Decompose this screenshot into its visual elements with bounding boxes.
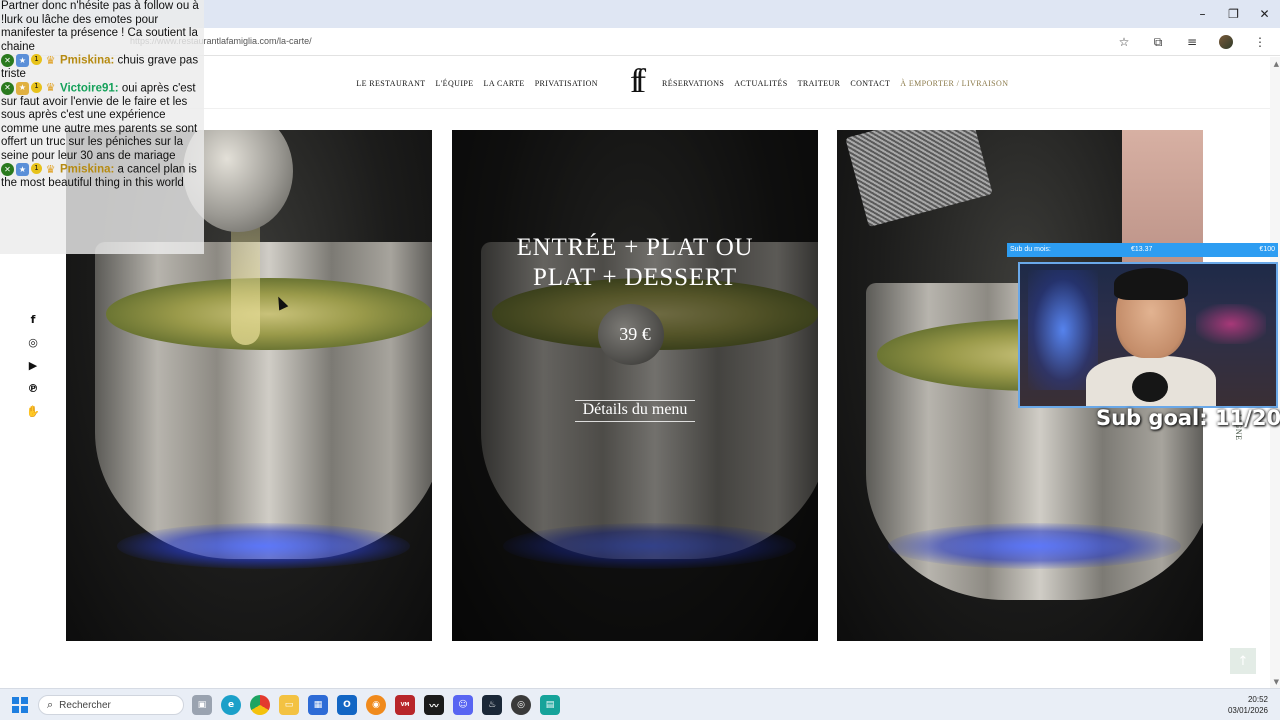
chrome-icon[interactable]	[250, 695, 270, 715]
audio-icon[interactable]: 〰	[424, 695, 444, 715]
bookmark-star-icon[interactable]: ☆	[1114, 32, 1134, 52]
taskbar-search[interactable]: ⌕ Rechercher	[38, 695, 184, 715]
chat-username[interactable]: Pmiskina:	[60, 164, 114, 176]
media-icon[interactable]: ≡	[1182, 32, 1202, 52]
chat-badges: ✕ ★ 1 ♛	[1, 81, 57, 95]
nav-privatisation[interactable]: PRIVATISATION	[535, 79, 598, 88]
hand-icon[interactable]: ✋	[26, 404, 40, 419]
chat-username[interactable]: Pmiskina:	[60, 55, 114, 67]
edge-icon[interactable]: e	[221, 695, 241, 715]
chat-message: ✕ ★ 1 ♛ Pmiskina: chuis grave pas triste	[0, 54, 204, 82]
profile-avatar[interactable]	[1216, 32, 1236, 52]
app2-icon[interactable]: ▤	[540, 695, 560, 715]
chat-badges: ✕ ★ 1 ♛	[1, 54, 57, 67]
browser-toolbar: ☆ ⧉ ≡ ⋮	[1114, 32, 1270, 52]
site-logo[interactable]: ff	[620, 65, 650, 101]
subscriber-badge-icon: ★	[16, 163, 29, 177]
crown-badge-icon: ♛	[45, 81, 56, 95]
menu-card-title: ENTRÉE + PLAT OU PLAT + DESSERT	[452, 233, 818, 293]
more-menu-icon[interactable]: ⋮	[1250, 32, 1270, 52]
card-dark-overlay	[452, 130, 818, 641]
subscriber-badge-icon: ★	[16, 54, 29, 67]
menu-card-formule[interactable]: ENTRÉE + PLAT OU PLAT + DESSERT 39 € Dét…	[452, 130, 818, 641]
outlook-icon[interactable]: O	[337, 695, 357, 715]
gift-count-badge: 1	[31, 54, 42, 65]
streamer-webcam	[1018, 262, 1278, 408]
nav-equipe[interactable]: L'ÉQUIPE	[436, 79, 474, 88]
facebook-icon[interactable]: f	[26, 312, 40, 327]
nav-right-group: RÉSERVATIONS ACTUALITÉS TRAITEUR CONTACT…	[662, 57, 1008, 109]
chat-message: ✕ ★ 1 ♛ Victoire91: oui après c'est sur …	[0, 81, 204, 164]
nav-la-carte[interactable]: LA CARTE	[484, 79, 525, 88]
gift-count-badge: 1	[31, 81, 42, 93]
subscriber-badge-icon: ★	[16, 81, 29, 95]
menu-title-line-2: PLAT + DESSERT	[533, 264, 737, 291]
stream-chat-overlay: Partner donc n'hésite pas à follow ou à …	[0, 0, 204, 254]
sub-of-month-bar: Sub du mois: €13.37 €100	[1007, 243, 1278, 257]
menu-details-link[interactable]: Détails du menu	[575, 400, 695, 422]
crown-badge-icon: ♛	[45, 162, 56, 176]
clock-time: 20:52	[1247, 695, 1268, 704]
store-icon[interactable]: ▦	[308, 695, 328, 715]
scroll-down-icon[interactable]: ▼	[1274, 678, 1279, 686]
minimize-icon[interactable]: –	[1187, 0, 1218, 28]
back-to-top-icon[interactable]: ↑	[1230, 648, 1256, 674]
sub-bar-label: Sub du mois:	[1010, 246, 1051, 253]
menu-title-line-1: ENTRÉE + PLAT OU	[516, 234, 754, 261]
moderator-badge-icon: ✕	[1, 81, 14, 95]
chat-badges: ✕ ★ 1 ♛	[1, 162, 57, 177]
obs-icon[interactable]: ◎	[511, 695, 531, 715]
youtube-icon[interactable]: ▶	[26, 358, 40, 373]
chat-message-text: Partner donc n'hésite pas à follow ou à …	[1, 0, 199, 53]
nav-contact[interactable]: CONTACT	[850, 79, 890, 88]
nav-emporter-livraison[interactable]: À EMPORTER / LIVRAISON	[900, 79, 1008, 88]
window-controls: – ❐ ✕	[1187, 0, 1280, 28]
social-links: f ◎ ▶ ℗ ✋	[26, 312, 40, 419]
clock-date: 03/01/2026	[1227, 706, 1268, 715]
crown-badge-icon: ♛	[45, 53, 56, 67]
instagram-icon[interactable]: ◎	[26, 335, 40, 350]
sub-bar-goal: €100	[1259, 246, 1275, 253]
nav-traiteur[interactable]: TRAITEUR	[798, 79, 841, 88]
chat-message: Partner donc n'hésite pas à follow ou à …	[0, 0, 204, 54]
menu-card-price: 39 €	[619, 324, 651, 344]
moderator-badge-icon: ✕	[1, 54, 14, 67]
chat-message: ✕ ★ 1 ♛ Pmiskina: a cancel plan is the m…	[0, 163, 204, 191]
nav-reservations[interactable]: RÉSERVATIONS	[662, 79, 724, 88]
taskbar-clock[interactable]: 20:52 03/01/2026	[1228, 694, 1268, 716]
restore-icon[interactable]: ❐	[1218, 0, 1249, 28]
app-icon[interactable]: ◉	[366, 695, 386, 715]
taskbar-apps: ▣ e ▭ ▦ O ◉ VM 〰 ☺ ♨ ◎ ▤	[192, 695, 560, 715]
extensions-icon[interactable]: ⧉	[1148, 32, 1168, 52]
windows-taskbar: ⌕ Rechercher ▣ e ▭ ▦ O ◉ VM 〰 ☺ ♨ ◎ ▤ 20…	[0, 688, 1280, 720]
nav-actualites[interactable]: ACTUALITÉS	[734, 79, 787, 88]
sub-goal-text: Sub goal: 11/20	[1096, 406, 1280, 430]
gift-count-badge: 1	[31, 163, 42, 175]
close-icon[interactable]: ✕	[1249, 0, 1280, 28]
windows-start-icon[interactable]	[12, 697, 28, 713]
sub-bar-amount: €13.37	[1131, 246, 1153, 253]
taskbar-search-placeholder: Rechercher	[59, 699, 111, 711]
discord-icon[interactable]: ☺	[453, 695, 473, 715]
voicemeeter-icon[interactable]: VM	[395, 695, 415, 715]
task-view-icon[interactable]: ▣	[192, 695, 212, 715]
moderator-badge-icon: ✕	[1, 163, 14, 177]
nav-left-group: LE RESTAURANT L'ÉQUIPE LA CARTE PRIVATIS…	[356, 57, 598, 109]
file-explorer-icon[interactable]: ▭	[279, 695, 299, 715]
search-icon: ⌕	[47, 698, 54, 711]
steam-icon[interactable]: ♨	[482, 695, 502, 715]
pinterest-icon[interactable]: ℗	[26, 381, 40, 396]
scroll-up-icon[interactable]: ▲	[1274, 60, 1279, 68]
nav-le-restaurant[interactable]: LE RESTAURANT	[356, 79, 425, 88]
chat-username[interactable]: Victoire91:	[60, 82, 119, 94]
